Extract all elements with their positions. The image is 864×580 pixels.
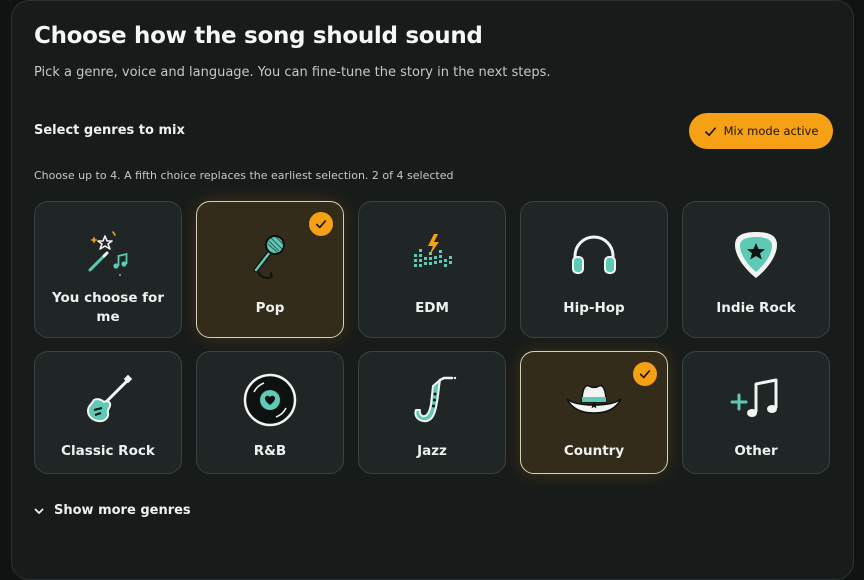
genre-card-jazz[interactable]: Jazz bbox=[358, 351, 506, 474]
genre-label: Pop bbox=[255, 300, 285, 316]
genre-card-you-choose[interactable]: You choose for me bbox=[34, 201, 182, 338]
genre-label: EDM bbox=[415, 300, 449, 316]
selected-check-icon bbox=[633, 362, 657, 386]
electric-guitar-icon bbox=[78, 370, 138, 430]
saxophone-icon bbox=[402, 370, 462, 430]
genre-card-hip-hop[interactable]: Hip-Hop bbox=[520, 201, 668, 338]
page-subtitle: Pick a genre, voice and language. You ca… bbox=[34, 65, 551, 80]
selection-hint: Choose up to 4. A fifth choice replaces … bbox=[34, 169, 454, 182]
show-more-label: Show more genres bbox=[54, 503, 191, 518]
headphones-icon bbox=[564, 224, 624, 284]
chevron-down-icon bbox=[34, 508, 44, 514]
check-icon bbox=[704, 126, 716, 136]
genre-label: Hip-Hop bbox=[563, 300, 625, 316]
cowboy-hat-icon bbox=[564, 370, 624, 430]
microphone-icon bbox=[240, 224, 300, 284]
genre-card-pop[interactable]: Pop bbox=[196, 201, 344, 338]
magic-wand-icon bbox=[78, 224, 138, 284]
genre-grid: You choose for me Pop EDM Hip-Hop Indie … bbox=[34, 201, 834, 475]
page-title: Choose how the song should sound bbox=[34, 23, 483, 49]
genre-card-country[interactable]: Country bbox=[520, 351, 668, 474]
genre-label: Jazz bbox=[417, 443, 447, 459]
mix-mode-label: Mix mode active bbox=[723, 124, 819, 138]
equalizer-icon bbox=[402, 224, 462, 284]
guitar-pick-icon bbox=[726, 224, 786, 284]
genre-panel: Choose how the song should sound Pick a … bbox=[11, 0, 854, 580]
genre-card-indie-rock[interactable]: Indie Rock bbox=[682, 201, 830, 338]
genre-label: Classic Rock bbox=[61, 443, 155, 459]
plus-music-note-icon bbox=[726, 370, 786, 430]
genre-label: Other bbox=[734, 443, 778, 459]
genre-label: Country bbox=[563, 443, 625, 459]
genre-card-rnb[interactable]: R&B bbox=[196, 351, 344, 474]
vinyl-record-icon bbox=[240, 370, 300, 430]
selected-check-icon bbox=[309, 212, 333, 236]
genre-label: R&B bbox=[253, 443, 287, 459]
mix-mode-button[interactable]: Mix mode active bbox=[689, 113, 833, 149]
genre-card-classic-rock[interactable]: Classic Rock bbox=[34, 351, 182, 474]
show-more-genres-button[interactable]: Show more genres bbox=[33, 503, 191, 518]
genres-section-label: Select genres to mix bbox=[34, 123, 185, 138]
genre-card-edm[interactable]: EDM bbox=[358, 201, 506, 338]
genre-label: Indie Rock bbox=[716, 300, 796, 316]
genre-card-other[interactable]: Other bbox=[682, 351, 830, 474]
genre-label: You choose for me bbox=[52, 290, 164, 325]
